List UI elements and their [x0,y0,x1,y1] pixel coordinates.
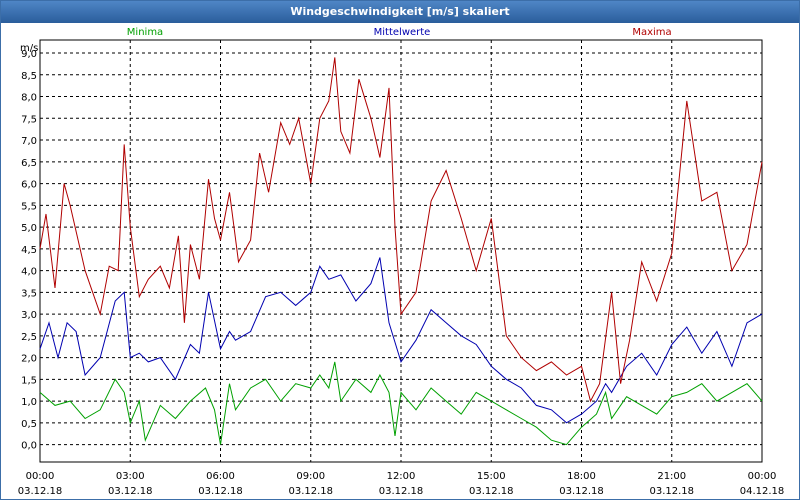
x-tick-date: 03.12.18 [469,486,514,497]
x-tick-date: 03.12.18 [559,486,604,497]
y-tick-label: 3,5 [21,288,37,299]
legend-minima: Minima [127,27,163,38]
y-tick-label: 7,0 [21,136,37,147]
y-tick-label: 2,0 [21,354,37,365]
x-tick-time: 09:00 [296,471,325,482]
y-tick-label: 0,5 [21,419,37,430]
legend-mittelwerte: Mittelwerte [374,27,431,38]
x-tick-time: 00:00 [748,471,777,482]
y-tick-label: 8,5 [21,71,37,82]
y-tick-label: 6,5 [21,158,37,169]
y-tick-label: 4,5 [21,245,37,256]
x-tick-time: 00:00 [26,471,55,482]
x-tick-date: 03.12.18 [649,486,694,497]
y-tick-label: 1,5 [21,375,37,386]
y-tick-label: 6,0 [21,180,37,191]
y-tick-label: 8,0 [21,93,37,104]
y-tick-label: 7,5 [21,114,37,125]
y-tick-label: 0,0 [21,441,37,452]
x-axis-labels: 00:00 03.12.18 03:00 03.12.18 06:00 03.12.18 0… [18,471,785,497]
y-tick-label: 5,0 [21,223,37,234]
legend-maxima: Maxima [632,27,671,38]
y-tick-label: 1,0 [21,397,37,408]
x-tick-date: 03.12.18 [108,486,153,497]
y-axis-unit: m/s [20,43,38,54]
x-tick-date: 04.12.18 [740,486,785,497]
wind-speed-chart: 9,08,58,07,57,06,56,05,55,04,54,03,53,02… [18,27,785,497]
x-tick-time: 03:00 [116,471,145,482]
y-tick-label: 3,0 [21,310,37,321]
chart-grid [39,39,763,463]
x-tick-time: 15:00 [477,471,506,482]
y-axis-labels: 9,08,58,07,57,06,56,05,55,04,54,03,53,02… [21,49,37,452]
x-tick-date: 03.12.18 [18,486,63,497]
x-tick-time: 12:00 [387,471,416,482]
x-tick-time: 18:00 [567,471,596,482]
x-tick-date: 03.12.18 [288,486,333,497]
y-tick-label: 5,5 [21,201,37,212]
x-tick-date: 03.12.18 [198,486,243,497]
y-tick-label: 4,0 [21,267,37,278]
x-tick-time: 06:00 [206,471,235,482]
x-tick-time: 21:00 [657,471,686,482]
y-tick-label: 2,5 [21,332,37,343]
x-tick-date: 03.12.18 [379,486,424,497]
